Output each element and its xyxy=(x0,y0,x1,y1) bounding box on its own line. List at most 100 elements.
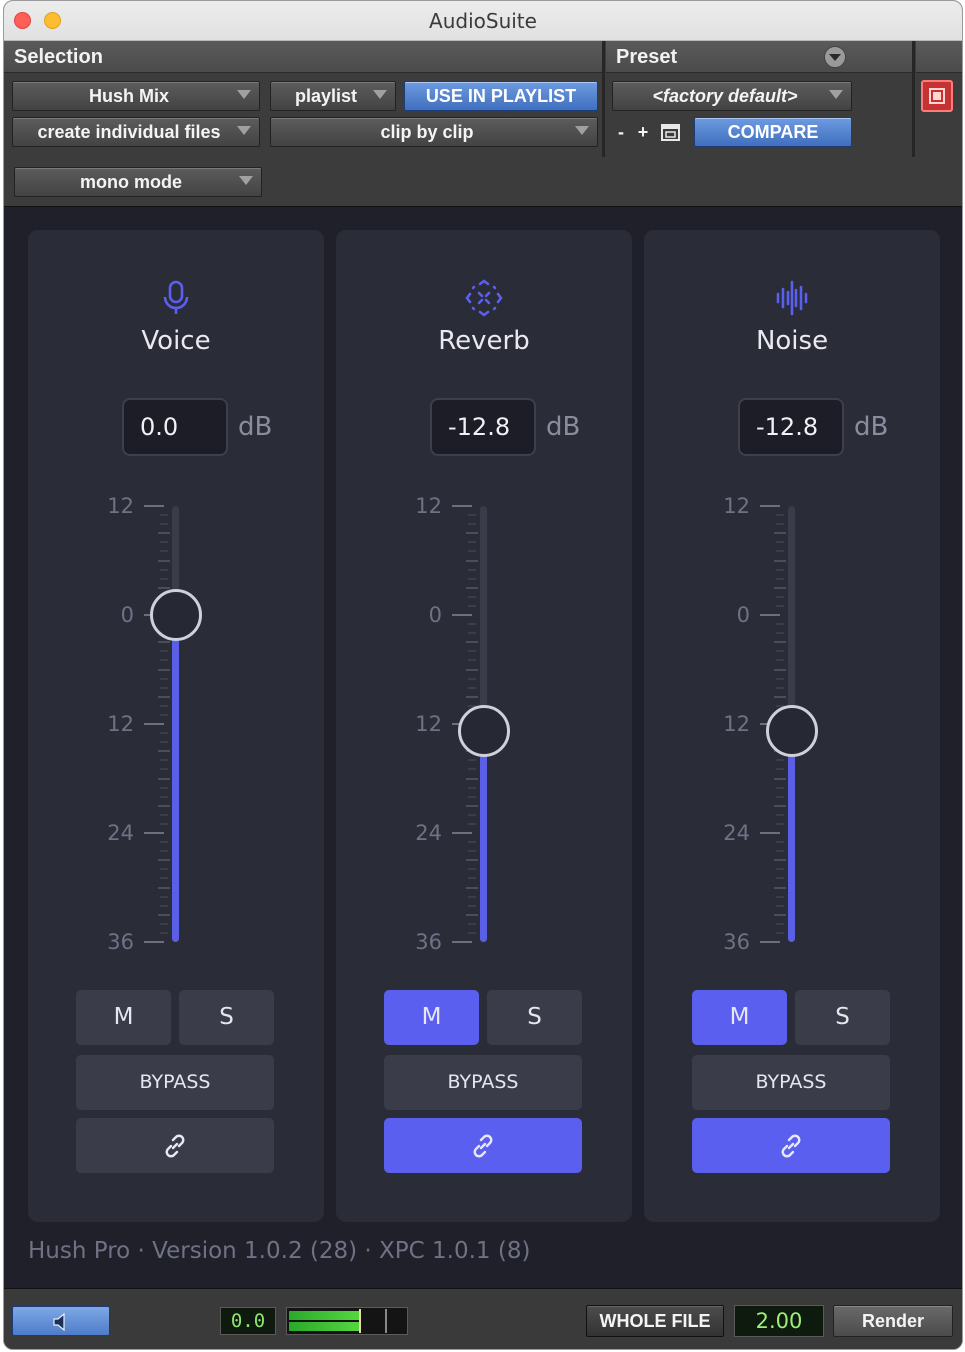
fader-subtick xyxy=(468,904,476,907)
fader-subtick xyxy=(160,741,168,744)
preset-previous-button[interactable]: - xyxy=(612,118,630,146)
plugin-select-label: Hush Mix xyxy=(88,86,169,106)
fader-tick xyxy=(774,913,786,916)
fader-level-fill xyxy=(172,615,179,942)
fader-tick xyxy=(774,559,786,562)
noise-waveform-icon xyxy=(644,278,940,318)
fader-subtick xyxy=(468,895,476,898)
close-plugin-icon[interactable] xyxy=(921,80,953,112)
fader-scale-label: 0 xyxy=(120,603,134,627)
fader-scale-label: 0 xyxy=(428,603,442,627)
fader-tick xyxy=(466,859,478,862)
fader-subtick xyxy=(776,895,784,898)
fader-subtick xyxy=(160,768,168,771)
bypass-button[interactable]: BYPASS xyxy=(76,1055,274,1110)
fader-tick xyxy=(158,695,170,698)
link-button[interactable] xyxy=(692,1118,890,1173)
fader-tick xyxy=(466,886,478,889)
mono-mode-label: mono mode xyxy=(80,172,182,192)
fader-subtick xyxy=(468,759,476,762)
fader-scale-label: 36 xyxy=(107,930,134,954)
whole-file-button[interactable]: WHOLE FILE xyxy=(586,1305,724,1337)
fader-subtick xyxy=(776,523,784,526)
preset-next-button[interactable]: + xyxy=(634,118,652,146)
use-in-playlist-label: USE IN PLAYLIST xyxy=(425,86,577,106)
fader-subtick xyxy=(776,786,784,789)
fader-subtick xyxy=(160,822,168,825)
use-in-playlist-button[interactable]: USE IN PLAYLIST xyxy=(404,81,598,111)
fader-tick xyxy=(158,777,170,780)
channel-title: Voice xyxy=(141,326,211,356)
gain-value-input[interactable]: -12.8 xyxy=(430,398,536,456)
link-icon xyxy=(165,1134,185,1158)
fader-subtick xyxy=(776,686,784,689)
preview-button[interactable] xyxy=(12,1306,110,1336)
link-button[interactable] xyxy=(76,1118,274,1173)
process-mode-select[interactable]: clip by clip xyxy=(270,117,598,147)
fader-tick xyxy=(158,668,170,671)
bypass-button[interactable]: BYPASS xyxy=(384,1055,582,1110)
preview-gain-display[interactable]: 0.0 xyxy=(220,1307,276,1335)
fader-subtick xyxy=(160,868,168,871)
preset-select[interactable]: <factory default> xyxy=(612,81,852,111)
solo-button[interactable]: S xyxy=(487,990,582,1045)
fader-knob[interactable] xyxy=(766,705,818,758)
fader-scale-label: 24 xyxy=(415,821,442,845)
playlist-select[interactable]: playlist xyxy=(270,81,396,111)
gain-fader[interactable]: 12 0 12 24 36 xyxy=(644,494,940,960)
mute-button[interactable]: M xyxy=(76,990,171,1045)
fader-tick xyxy=(452,614,472,616)
mono-mode-select[interactable]: mono mode xyxy=(14,167,262,197)
gain-fader[interactable]: 12 0 12 24 36 xyxy=(28,494,324,960)
fader-subtick xyxy=(468,604,476,607)
fader-subtick xyxy=(776,822,784,825)
gain-value-input[interactable]: -12.8 xyxy=(738,398,844,456)
link-button[interactable] xyxy=(384,1118,582,1173)
fader-subtick xyxy=(776,677,784,680)
file-mode-select[interactable]: create individual files xyxy=(12,117,260,147)
bypass-button[interactable]: BYPASS xyxy=(692,1055,890,1110)
channel-title: Noise xyxy=(755,326,829,356)
header-spacer xyxy=(916,41,962,73)
fader-tick xyxy=(774,695,786,698)
plugin-select[interactable]: Hush Mix xyxy=(12,81,260,111)
fader-scale-label: 0 xyxy=(736,603,750,627)
fader-subtick xyxy=(468,877,476,880)
gain-fader[interactable]: 12 0 12 24 36 xyxy=(336,494,632,960)
fader-subtick xyxy=(468,523,476,526)
fader-subtick xyxy=(776,650,784,653)
mute-button[interactable]: M xyxy=(384,990,479,1045)
fader-scale-label: 36 xyxy=(415,930,442,954)
fader-subtick xyxy=(160,659,168,662)
fader-track[interactable] xyxy=(172,506,179,942)
window-title: AudioSuite xyxy=(429,9,537,33)
fader-subtick xyxy=(160,541,168,544)
fader-tick xyxy=(158,559,170,562)
fader-tick xyxy=(158,532,170,535)
solo-button[interactable]: S xyxy=(795,990,890,1045)
fader-tick xyxy=(158,641,170,644)
fader-subtick xyxy=(468,822,476,825)
fader-subtick xyxy=(468,632,476,635)
fader-tick xyxy=(466,668,478,671)
preset-menu-icon[interactable] xyxy=(824,46,846,68)
fader-scale-label: 36 xyxy=(723,930,750,954)
fader-tick xyxy=(760,505,780,507)
fader-subtick xyxy=(160,813,168,816)
fader-tick xyxy=(466,586,478,589)
preset-library-icon[interactable] xyxy=(660,122,682,144)
handle-length-field[interactable]: 2.00 xyxy=(734,1305,824,1337)
fader-tick xyxy=(158,859,170,862)
channel-strip-voice: Voice 0.0 dB 12 0 12 24 36 M S BYPASS xyxy=(28,230,324,1222)
audiosuite-footer: 0.0 WHOLE FILE 2.00 Render xyxy=(4,1288,962,1349)
fader-subtick xyxy=(468,623,476,626)
fader-subtick xyxy=(160,650,168,653)
fader-knob[interactable] xyxy=(150,589,202,641)
fader-subtick xyxy=(160,514,168,517)
fader-knob[interactable] xyxy=(458,705,510,758)
solo-button[interactable]: S xyxy=(179,990,274,1045)
mute-button[interactable]: M xyxy=(692,990,787,1045)
render-button[interactable]: Render xyxy=(833,1305,953,1337)
gain-value-input[interactable]: 0.0 xyxy=(122,398,228,456)
compare-button[interactable]: COMPARE xyxy=(694,117,852,147)
